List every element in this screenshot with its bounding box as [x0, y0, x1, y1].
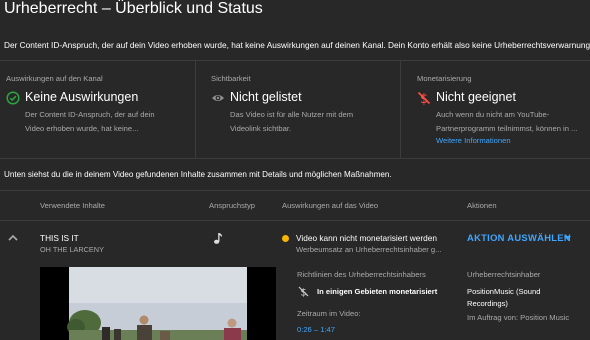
partial-monetization-icon: $ — [298, 286, 309, 297]
owner-behalf: Im Auftrag von: Position Music — [467, 313, 570, 322]
no-money-icon: $ — [417, 91, 431, 105]
artist-name: OH THE LARCENY — [40, 245, 104, 254]
card-title: Keine Auswirkungen — [25, 90, 139, 104]
policy-label: Richtlinien des Urheberrechtsinhabers — [297, 270, 426, 279]
card-title: Nicht gelistet — [230, 90, 302, 104]
time-range-link[interactable]: 0:26 – 1:47 — [297, 325, 335, 334]
owner-name: PositionMusic (Sound — [467, 287, 541, 296]
card-heading: Sichtbarkeit — [211, 74, 251, 83]
video-frame-image — [40, 267, 276, 340]
channel-impact-card: Auswirkungen auf den Kanal Keine Auswirk… — [6, 60, 194, 158]
column-header-actions: Aktionen — [467, 201, 497, 210]
card-description: Auch wenn du nicht am YouTube- Partnerpr… — [436, 110, 578, 133]
eye-icon — [212, 95, 224, 101]
policy-value: In einigen Gebieten monetarisiert — [317, 287, 438, 296]
caret-down-icon[interactable] — [564, 236, 571, 240]
card-heading: Auswirkungen auf den Kanal — [6, 74, 103, 83]
claim-summary-text: Der Content ID-Anspruch, der auf dein Vi… — [4, 40, 590, 50]
column-header-impact: Auswirkungen auf das Video — [282, 201, 379, 210]
select-action-button[interactable]: AKTION AUSWÄHLEN — [467, 232, 571, 243]
card-description: Das Video ist für alle Nutzer mit dem Vi… — [230, 110, 354, 133]
divider — [0, 190, 590, 191]
divider — [195, 60, 196, 158]
impact-subtitle: Werbeumsatz an Urheberrechtsinhaber g... — [296, 245, 442, 254]
collapse-chevron-icon[interactable] — [7, 233, 19, 243]
divider — [0, 158, 590, 159]
owner-name-cont: Recordings) — [467, 299, 508, 308]
column-header-content: Verwendete Inhalte — [40, 201, 106, 210]
card-heading: Monetarisierung — [417, 74, 472, 83]
column-header-claim-type: Anspruchstyp — [209, 201, 256, 210]
music-note-icon — [214, 233, 223, 244]
card-description: Der Content ID-Anspruch, der auf dein Vi… — [25, 110, 155, 133]
impact-title: Video kann nicht monetarisiert werden — [296, 233, 437, 243]
song-title: THIS IS IT — [40, 233, 79, 243]
time-range-label: Zeitraum im Video: — [297, 309, 361, 318]
found-content-text: Unten siehst du die in deinem Video gefu… — [4, 170, 392, 179]
monetization-card: Monetarisierung $ Nicht geeignet Auch we… — [417, 60, 590, 158]
card-title: Nicht geeignet — [436, 90, 516, 104]
divider — [0, 220, 590, 221]
page-title: Urheberrecht – Überblick und Status — [4, 0, 263, 17]
check-circle-icon — [6, 91, 20, 105]
learn-more-link[interactable]: Weitere Informationen — [436, 136, 511, 145]
divider — [400, 60, 401, 158]
owner-label: Urheberrechtsinhaber — [467, 270, 541, 279]
visibility-card: Sichtbarkeit Nicht gelistet Das Video is… — [211, 60, 399, 158]
video-preview[interactable] — [40, 267, 276, 340]
status-dot — [282, 235, 289, 242]
